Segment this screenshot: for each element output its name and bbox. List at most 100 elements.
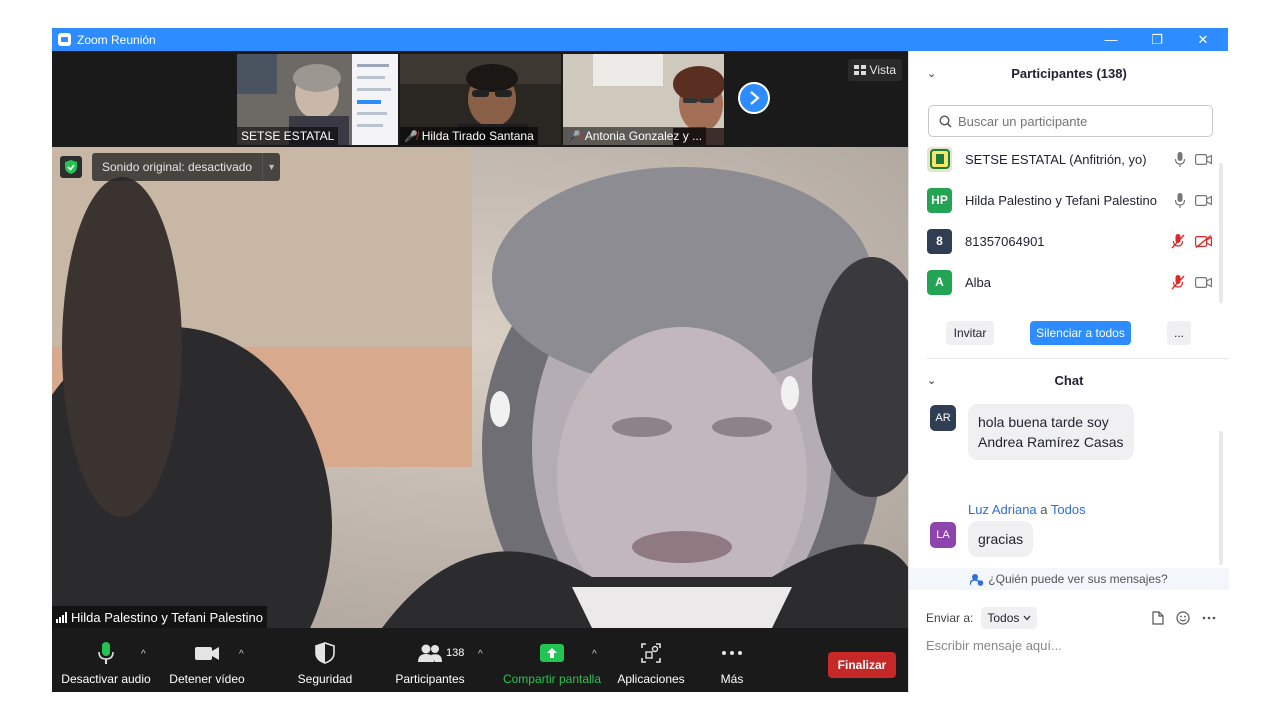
participant-avatar: 8 <box>927 228 952 254</box>
share-screen-icon <box>540 640 564 666</box>
emoji-icon[interactable] <box>1176 611 1190 625</box>
more-button[interactable]: Más <box>710 635 754 692</box>
participants-scrollbar[interactable] <box>1219 163 1223 303</box>
main-video[interactable]: Sonido original: desactivado ▼ Hilda Pal… <box>52 147 908 628</box>
mute-audio-label: Desactivar audio <box>61 672 151 686</box>
video-thumbnail[interactable]: SETSE ESTATAL <box>237 54 398 145</box>
more-label: Más <box>720 672 744 686</box>
video-camera-icon[interactable] <box>1195 153 1212 165</box>
title-bar: Zoom Reunión — ❐ ✕ <box>52 28 1228 51</box>
microphone-muted-icon[interactable] <box>1171 274 1185 290</box>
send-to-dropdown[interactable]: Todos <box>981 607 1038 629</box>
participants-count-badge: 138 <box>446 647 465 659</box>
video-camera-icon[interactable] <box>1195 194 1212 206</box>
mic-muted-icon: 🎤̸ <box>404 130 418 143</box>
meeting-toolbar: Desactivar audio ^ Detener vídeo ^ Segur… <box>52 635 908 692</box>
share-screen-label: Compartir pantalla <box>502 672 602 686</box>
user-info-icon <box>970 573 984 586</box>
security-button[interactable]: Seguridad <box>289 635 361 692</box>
participant-row[interactable]: HP Hilda Palestino y Tefani Palestino <box>927 185 1212 215</box>
participant-row[interactable]: SETSE ESTATAL (Anfitrión, yo) <box>927 144 1212 174</box>
close-button[interactable]: ✕ <box>1180 28 1226 51</box>
apps-label: Aplicaciones <box>617 672 685 686</box>
chevron-down-icon[interactable]: ▼ <box>262 153 280 181</box>
participants-header: ⌄ Participantes (138) <box>909 51 1229 95</box>
active-speaker-label: Hilda Palestino y Tefani Palestino <box>52 606 267 628</box>
participant-row[interactable]: 8 81357064901 <box>927 226 1212 256</box>
original-sound-label: Sonido original: desactivado <box>102 160 253 174</box>
mic-muted-icon: 🎤̸ <box>567 130 581 143</box>
participant-avatar: A <box>927 269 952 295</box>
chat-message: LA gracias <box>930 521 1034 557</box>
sender-avatar: LA <box>930 522 956 548</box>
zoom-logo-icon <box>58 33 71 46</box>
sender-name-link[interactable]: Luz Adriana <box>968 502 1037 517</box>
security-label: Seguridad <box>297 672 353 686</box>
restore-button[interactable]: ❐ <box>1134 28 1180 51</box>
send-to-value: Todos <box>987 611 1020 625</box>
microphone-icon[interactable] <box>1175 192 1185 208</box>
video-off-icon[interactable] <box>1195 234 1212 248</box>
grid-view-icon <box>853 65 866 75</box>
participants-options-caret-icon[interactable]: ^ <box>478 649 483 660</box>
who-can-see-messages[interactable]: ¿Quién puede ver sus mensajes? <box>909 568 1229 590</box>
chat-message-input[interactable] <box>926 638 1206 653</box>
video-thumbnail[interactable]: 🎤̸ Hilda Tirado Santana <box>400 54 561 145</box>
audio-options-caret-icon[interactable]: ^ <box>141 649 146 660</box>
sender-avatar: AR <box>930 405 956 431</box>
share-options-caret-icon[interactable]: ^ <box>592 649 597 660</box>
speaker-video-image <box>52 147 908 628</box>
chevron-right-icon <box>750 91 760 105</box>
video-area: SETSE ESTATAL 🎤̸ Hilda Tirado Santana 🎤̸… <box>52 51 908 635</box>
chevron-down-icon <box>1023 615 1031 621</box>
participant-search-input[interactable] <box>958 113 1198 129</box>
minimize-button[interactable]: — <box>1088 28 1134 51</box>
mute-audio-button[interactable]: Desactivar audio <box>60 635 152 692</box>
recipient-link[interactable]: Todos <box>1051 502 1086 517</box>
collapse-chevron-icon[interactable]: ⌄ <box>927 67 936 80</box>
send-to-label: Enviar a: <box>926 611 974 625</box>
view-button[interactable]: Vista <box>847 59 902 81</box>
video-camera-icon <box>194 640 220 666</box>
video-options-caret-icon[interactable]: ^ <box>239 649 244 660</box>
chat-compose[interactable] <box>926 637 1216 659</box>
participant-name: SETSE ESTATAL (Anfitrión, yo) <box>965 151 1147 167</box>
view-label: Vista <box>869 63 896 77</box>
chat-scrollbar[interactable] <box>1219 431 1223 565</box>
active-speaker-name: Hilda Palestino y Tefani Palestino <box>71 609 263 625</box>
encryption-shield-icon[interactable] <box>60 156 82 178</box>
invite-button[interactable]: Invitar <box>946 321 994 345</box>
thumbnail-name: 🎤̸ Antonia Gonzalez y ... <box>563 127 707 145</box>
participants-label: Participantes <box>395 672 465 686</box>
more-dots-icon <box>721 640 743 666</box>
participant-row[interactable]: A Alba <box>927 267 1212 297</box>
more-dots-icon[interactable] <box>1202 616 1216 620</box>
participants-button[interactable]: Participantes <box>392 635 468 692</box>
video-thumbnail[interactable]: 🎤̸ Antonia Gonzalez y ... <box>563 54 724 145</box>
microphone-muted-icon[interactable] <box>1171 233 1185 249</box>
host-logo-avatar <box>927 146 952 172</box>
shield-icon <box>315 640 335 666</box>
message-text: hola buena tarde soy <box>978 414 1109 430</box>
window-title: Zoom Reunión <box>77 32 156 47</box>
participant-name: 81357064901 <box>965 233 1045 249</box>
microphone-icon[interactable] <box>1175 151 1185 167</box>
more-options-button[interactable]: ... <box>1167 321 1191 345</box>
next-page-button[interactable] <box>738 82 770 114</box>
participant-name: Alba <box>965 274 992 290</box>
end-meeting-button[interactable]: Finalizar <box>828 652 896 678</box>
mute-all-button[interactable]: Silenciar a todos <box>1030 321 1131 345</box>
stop-video-button[interactable]: Detener vídeo <box>165 635 249 692</box>
participant-search[interactable] <box>928 105 1213 137</box>
chat-header: ⌄ Chat <box>909 358 1229 402</box>
file-icon[interactable] <box>1152 611 1164 625</box>
thumbnail-strip: SETSE ESTATAL 🎤̸ Hilda Tirado Santana 🎤̸… <box>52 51 908 147</box>
participant-avatar: HP <box>927 187 952 213</box>
collapse-chevron-icon[interactable]: ⌄ <box>927 374 936 387</box>
apps-button[interactable]: Aplicaciones <box>612 635 690 692</box>
message-text: Andrea Ramírez Casas <box>978 434 1124 450</box>
video-camera-icon[interactable] <box>1195 276 1212 288</box>
chat-title: Chat <box>1054 372 1084 388</box>
share-screen-button[interactable]: Compartir pantalla <box>500 635 604 692</box>
original-sound-toggle[interactable]: Sonido original: desactivado ▼ <box>92 153 281 181</box>
